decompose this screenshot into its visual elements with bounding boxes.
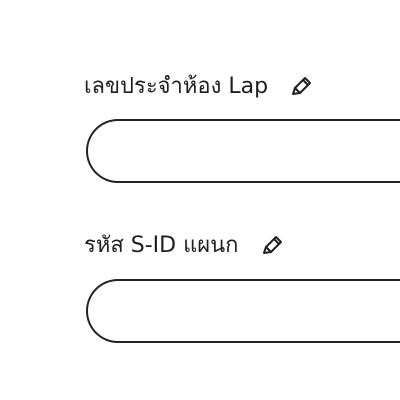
pencil-icon-graphic <box>292 77 312 95</box>
room-number-label-row: เลขประจำห้อง Lap <box>84 70 314 104</box>
department-sid-label-row: รหัส S-ID แผนก <box>84 229 285 263</box>
room-number-label: เลขประจำห้อง Lap <box>84 74 269 99</box>
room-number-input[interactable] <box>86 119 400 183</box>
department-sid-input[interactable] <box>86 279 400 343</box>
department-sid-label: รหัส S-ID แผนก <box>84 233 239 258</box>
pencil-icon[interactable] <box>288 74 314 100</box>
pencil-icon-graphic <box>262 236 282 254</box>
pencil-icon[interactable] <box>259 233 285 259</box>
